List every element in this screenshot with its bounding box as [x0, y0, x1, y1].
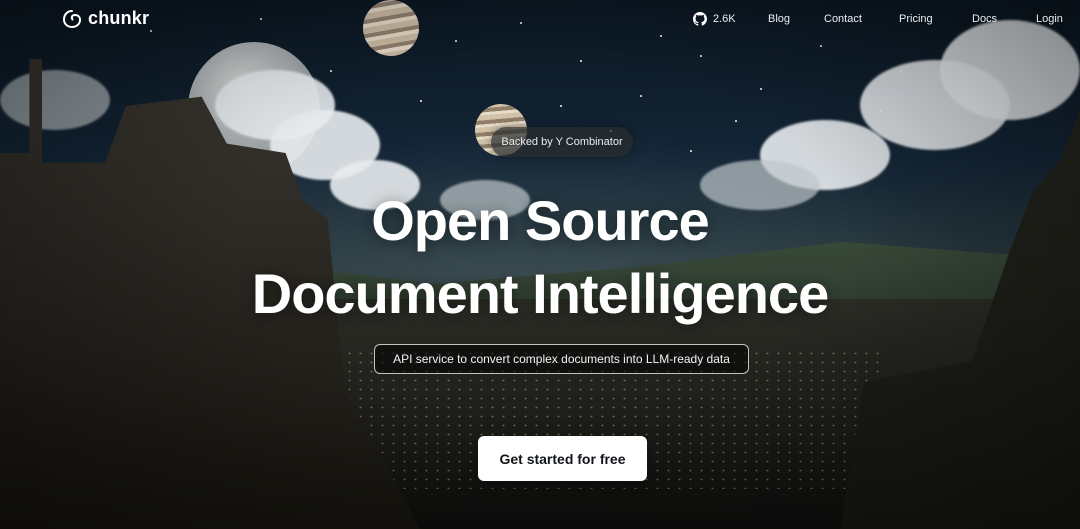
github-stars-link[interactable]: 2.6K: [693, 12, 736, 26]
top-navbar: chunkr 2.6K Blog Contact Pricing Docs Lo…: [0, 0, 1080, 40]
yc-badge[interactable]: Backed by Y Combinator: [491, 127, 633, 157]
brand-link[interactable]: chunkr: [62, 8, 149, 29]
hero-headline-line1: Open Source: [371, 189, 710, 252]
brand-name: chunkr: [88, 8, 150, 28]
hero-headline-line2: Document Intelligence: [251, 262, 829, 325]
github-star-count: 2.6K: [713, 13, 736, 25]
nav-login-link[interactable]: Login: [1036, 13, 1063, 25]
nav-docs-link[interactable]: Docs: [972, 13, 997, 25]
nav-blog-link[interactable]: Blog: [768, 13, 790, 25]
nav-pricing-link[interactable]: Pricing: [899, 13, 933, 25]
get-started-button[interactable]: Get started for free: [478, 436, 647, 481]
nav-contact-link[interactable]: Contact: [824, 13, 862, 25]
github-icon: [693, 12, 707, 26]
hero-subheadline: API service to convert complex documents…: [374, 344, 749, 374]
chunkr-swirl-icon: [62, 9, 82, 29]
